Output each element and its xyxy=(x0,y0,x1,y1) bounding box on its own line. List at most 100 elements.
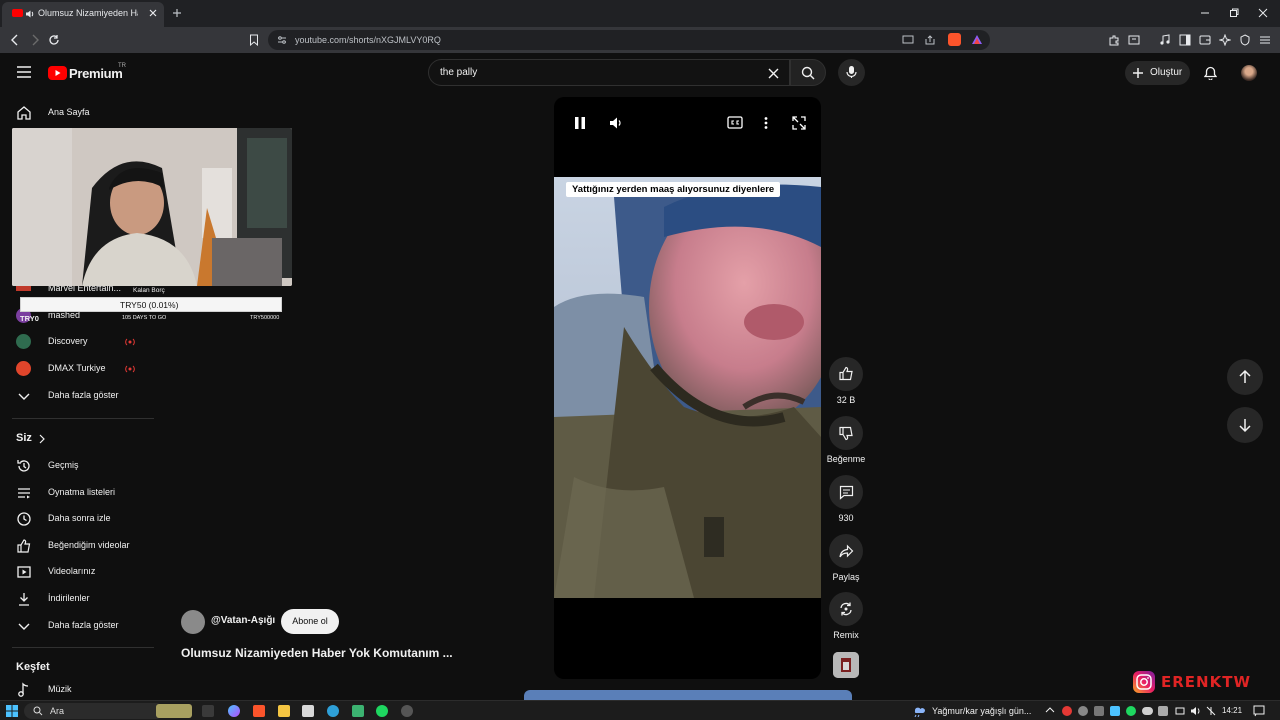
restore-icon[interactable] xyxy=(1229,8,1239,18)
next-short-preview[interactable] xyxy=(524,690,852,700)
voice-search-button[interactable] xyxy=(838,59,865,86)
shorts-player[interactable]: Yattığınız yerden maaş alıyorsunuz diyen… xyxy=(554,97,821,679)
sidebar-show-more-you[interactable]: Daha fazla göster xyxy=(0,613,154,639)
previous-short-button[interactable] xyxy=(1227,359,1263,395)
volume-icon[interactable] xyxy=(609,116,623,130)
sidebar-item-home[interactable]: Ana Sayfa xyxy=(0,100,154,126)
search-box[interactable]: the pally xyxy=(428,59,790,86)
taskbar-search[interactable]: Ara xyxy=(24,703,192,719)
reload-icon[interactable] xyxy=(48,34,60,46)
back-icon[interactable] xyxy=(9,34,21,46)
sidebar-item-downloads[interactable]: İndirilenler xyxy=(0,586,154,612)
share-page-icon[interactable] xyxy=(924,35,936,45)
channel-avatar[interactable] xyxy=(181,610,205,634)
pause-icon[interactable] xyxy=(574,116,586,130)
url-field[interactable]: youtube.com/shorts/nXGJMLVY0RQ xyxy=(268,30,990,50)
taskbar-clock[interactable]: 14:21 xyxy=(1222,706,1242,715)
extension-screen-icon[interactable] xyxy=(1128,34,1140,46)
your-videos-icon xyxy=(16,564,32,580)
more-options-icon[interactable] xyxy=(764,116,768,130)
channel-handle[interactable]: @Vatan-Aşığı xyxy=(211,615,275,626)
brave-rewards-icon[interactable] xyxy=(971,34,983,45)
tray-app-icon[interactable] xyxy=(1062,706,1072,716)
search-button[interactable] xyxy=(790,59,826,86)
youtube-premium-logo[interactable]: Premium TR xyxy=(48,63,138,83)
captions-icon[interactable] xyxy=(727,116,743,129)
sidebar-item-playlists[interactable]: Oynatma listeleri xyxy=(0,480,154,506)
speaker-icon[interactable] xyxy=(25,9,35,19)
watermark-text: ERENKTW xyxy=(1161,673,1251,691)
sidebar-show-more-subscriptions[interactable]: Daha fazla göster xyxy=(0,383,154,409)
windows-start-icon[interactable] xyxy=(6,705,18,717)
tray-app-icon[interactable] xyxy=(1078,706,1088,716)
like-button[interactable] xyxy=(829,357,863,391)
forward-icon[interactable] xyxy=(29,34,41,46)
wallet-icon[interactable] xyxy=(1199,34,1211,46)
brave-shield-icon[interactable] xyxy=(948,33,961,46)
create-button[interactable]: Oluştur xyxy=(1125,61,1190,85)
minimize-icon[interactable] xyxy=(1200,8,1210,18)
dislike-button[interactable] xyxy=(829,416,863,450)
site-info-icon[interactable] xyxy=(277,35,287,45)
brave-taskbar-icon[interactable] xyxy=(253,705,265,717)
spotify-icon[interactable] xyxy=(376,705,388,717)
next-short-button[interactable] xyxy=(1227,407,1263,443)
tray-app-icon[interactable] xyxy=(1126,706,1136,716)
sidebar-subscription-dmax[interactable]: DMAX Turkiye xyxy=(0,356,154,382)
copilot-icon[interactable] xyxy=(228,705,240,717)
task-view-icon[interactable] xyxy=(202,705,214,717)
sidebar-subscription-discovery[interactable]: Discovery xyxy=(0,329,154,355)
fullscreen-icon[interactable] xyxy=(792,116,806,130)
sidebar-section-you[interactable]: Siz xyxy=(16,432,76,446)
video-title[interactable]: Olumsuz Nizamiyeden Haber Yok Komutanım … xyxy=(181,646,453,660)
tray-app-icon[interactable] xyxy=(1110,706,1120,716)
section-title-explore: Keşfet xyxy=(16,661,50,673)
leo-ai-icon[interactable] xyxy=(1219,34,1231,46)
hamburger-menu-icon[interactable] xyxy=(17,66,31,78)
edge-icon[interactable] xyxy=(327,705,339,717)
tab-close-icon[interactable] xyxy=(148,8,158,18)
network-icon[interactable] xyxy=(1175,706,1185,716)
video-frame[interactable]: Yattığınız yerden maaş alıyorsunuz diyen… xyxy=(554,177,821,598)
extensions-icon[interactable] xyxy=(1108,34,1120,46)
tray-chevron-icon[interactable] xyxy=(1045,706,1055,714)
remix-button[interactable] xyxy=(829,592,863,626)
app-icon[interactable] xyxy=(352,705,364,717)
sidebar-item-liked-videos[interactable]: Beğendiğim videolar xyxy=(0,533,154,559)
tray-app-icon[interactable] xyxy=(1158,706,1168,716)
browser-menu-icon[interactable] xyxy=(1259,34,1271,46)
new-tab-icon[interactable] xyxy=(172,8,182,18)
share-button[interactable] xyxy=(829,534,863,568)
sidebar-item-watch-later[interactable]: Daha sonra izle xyxy=(0,506,154,532)
subscribe-button[interactable]: Abone ol xyxy=(281,609,339,634)
notification-center-icon[interactable] xyxy=(1253,705,1265,717)
weather-text[interactable]: Yağmur/kar yağışlı gün... xyxy=(932,706,1031,716)
sidebar-item-your-videos[interactable]: Videolarınız xyxy=(0,559,154,585)
file-explorer-icon[interactable] xyxy=(278,705,290,717)
watch-later-icon xyxy=(16,511,32,527)
volume-tray-icon[interactable] xyxy=(1190,706,1201,716)
tray-app-icon[interactable] xyxy=(1094,706,1104,716)
account-avatar[interactable] xyxy=(1241,65,1257,81)
tab-title: Olumsuz Nizamiyeden Haber xyxy=(38,8,138,18)
settings-icon[interactable] xyxy=(401,705,413,717)
downloads-icon xyxy=(16,591,32,607)
vpn-shield-icon[interactable] xyxy=(1239,34,1251,46)
comments-button[interactable] xyxy=(829,475,863,509)
url-text: youtube.com/shorts/nXGJMLVY0RQ xyxy=(295,35,441,45)
browser-tab[interactable]: Olumsuz Nizamiyeden Haber xyxy=(2,2,164,27)
close-window-icon[interactable] xyxy=(1258,8,1268,18)
sidebar-item-history[interactable]: Geçmiş xyxy=(0,453,154,479)
onedrive-icon[interactable] xyxy=(1142,707,1153,715)
store-icon[interactable] xyxy=(302,705,314,717)
cast-icon[interactable] xyxy=(902,35,914,45)
notifications-bell-icon[interactable] xyxy=(1204,66,1217,80)
clear-search-icon[interactable] xyxy=(768,68,779,79)
sound-thumbnail[interactable] xyxy=(833,652,859,678)
bookmark-icon[interactable] xyxy=(249,34,259,46)
sidebar-toggle-icon[interactable] xyxy=(1179,34,1191,46)
logo-country: TR xyxy=(118,63,126,69)
media-control-icon[interactable] xyxy=(1159,34,1171,46)
battery-tray-icon[interactable] xyxy=(1205,706,1217,716)
search-input[interactable]: the pally xyxy=(440,67,477,78)
